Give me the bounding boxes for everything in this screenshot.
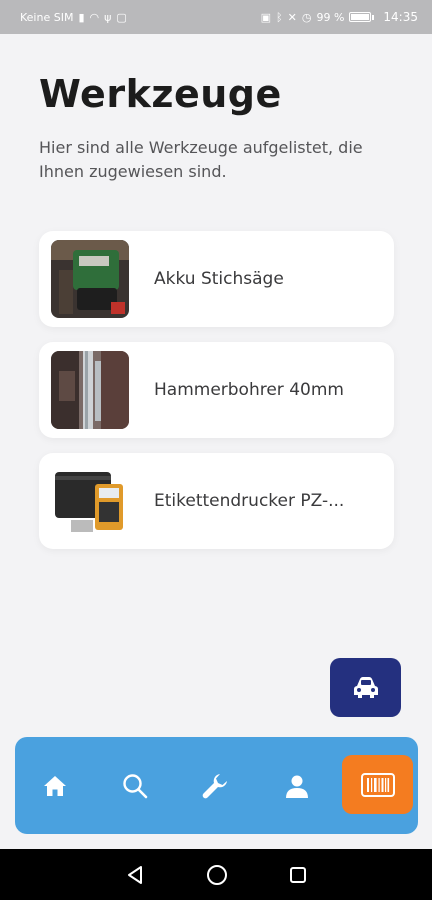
- nav-scan-button[interactable]: [342, 755, 413, 814]
- tool-name: Etikettendrucker PZ-...: [154, 491, 345, 511]
- status-right: ▣ ᛒ ✕ ◷ 99 % 14:35: [261, 10, 418, 24]
- carrier-label: Keine SIM: [20, 10, 74, 24]
- tool-list: Akku Stichsäge Hammerbohrer 40mm Etikett…: [39, 231, 394, 564]
- bluetooth-icon: ᛒ: [276, 10, 283, 24]
- person-icon: [286, 775, 308, 798]
- back-icon[interactable]: [125, 865, 145, 885]
- nav-home[interactable]: [25, 737, 85, 834]
- recents-icon[interactable]: [289, 866, 307, 884]
- status-left: Keine SIM ▮ ◠ ψ ▢: [20, 11, 127, 24]
- tool-card-akku-stichsaege[interactable]: Akku Stichsäge: [39, 231, 394, 327]
- tool-card-etikettendrucker[interactable]: Etikettendrucker PZ-...: [39, 453, 394, 549]
- status-bar: Keine SIM ▮ ◠ ψ ▢ ▣ ᛒ ✕ ◷ 99 % 14:35: [0, 0, 432, 34]
- page-title: Werkzeuge: [39, 72, 282, 116]
- page-subtitle: Hier sind alle Werkzeuge aufgelistet, di…: [39, 138, 363, 181]
- wrench-icon: [202, 773, 227, 798]
- tool-name: Hammerbohrer 40mm: [154, 380, 344, 400]
- car-icon: [353, 676, 378, 698]
- tool-thumbnail: [51, 351, 129, 429]
- bottom-nav: [15, 737, 418, 834]
- tool-thumbnail: [51, 462, 129, 540]
- tool-card-hammerbohrer[interactable]: Hammerbohrer 40mm: [39, 342, 394, 438]
- battery-percent: 99 %: [316, 10, 345, 24]
- battery-icon: [349, 12, 375, 22]
- mute-icon: ✕: [287, 10, 297, 24]
- sim-icon: ▮: [78, 10, 85, 24]
- usb-icon: ψ: [104, 10, 112, 24]
- alarm-icon: ◷: [301, 10, 312, 24]
- clock: 14:35: [383, 10, 418, 24]
- nav-profile[interactable]: [267, 737, 327, 834]
- vehicle-fab-button[interactable]: [330, 658, 401, 717]
- home-icon: [44, 775, 66, 796]
- nav-tools[interactable]: [185, 737, 245, 834]
- android-nav-bar: [0, 849, 432, 900]
- home-button-icon[interactable]: [206, 864, 228, 886]
- tool-thumbnail: [51, 240, 129, 318]
- search-icon: [123, 773, 148, 798]
- tool-name: Akku Stichsäge: [154, 269, 284, 289]
- nfc-status-icon: ▣: [260, 10, 272, 24]
- barcode-icon: [360, 772, 395, 797]
- wifi-icon: ◠: [89, 10, 100, 24]
- nav-search[interactable]: [105, 737, 165, 834]
- nfc-icon: ▢: [116, 10, 127, 24]
